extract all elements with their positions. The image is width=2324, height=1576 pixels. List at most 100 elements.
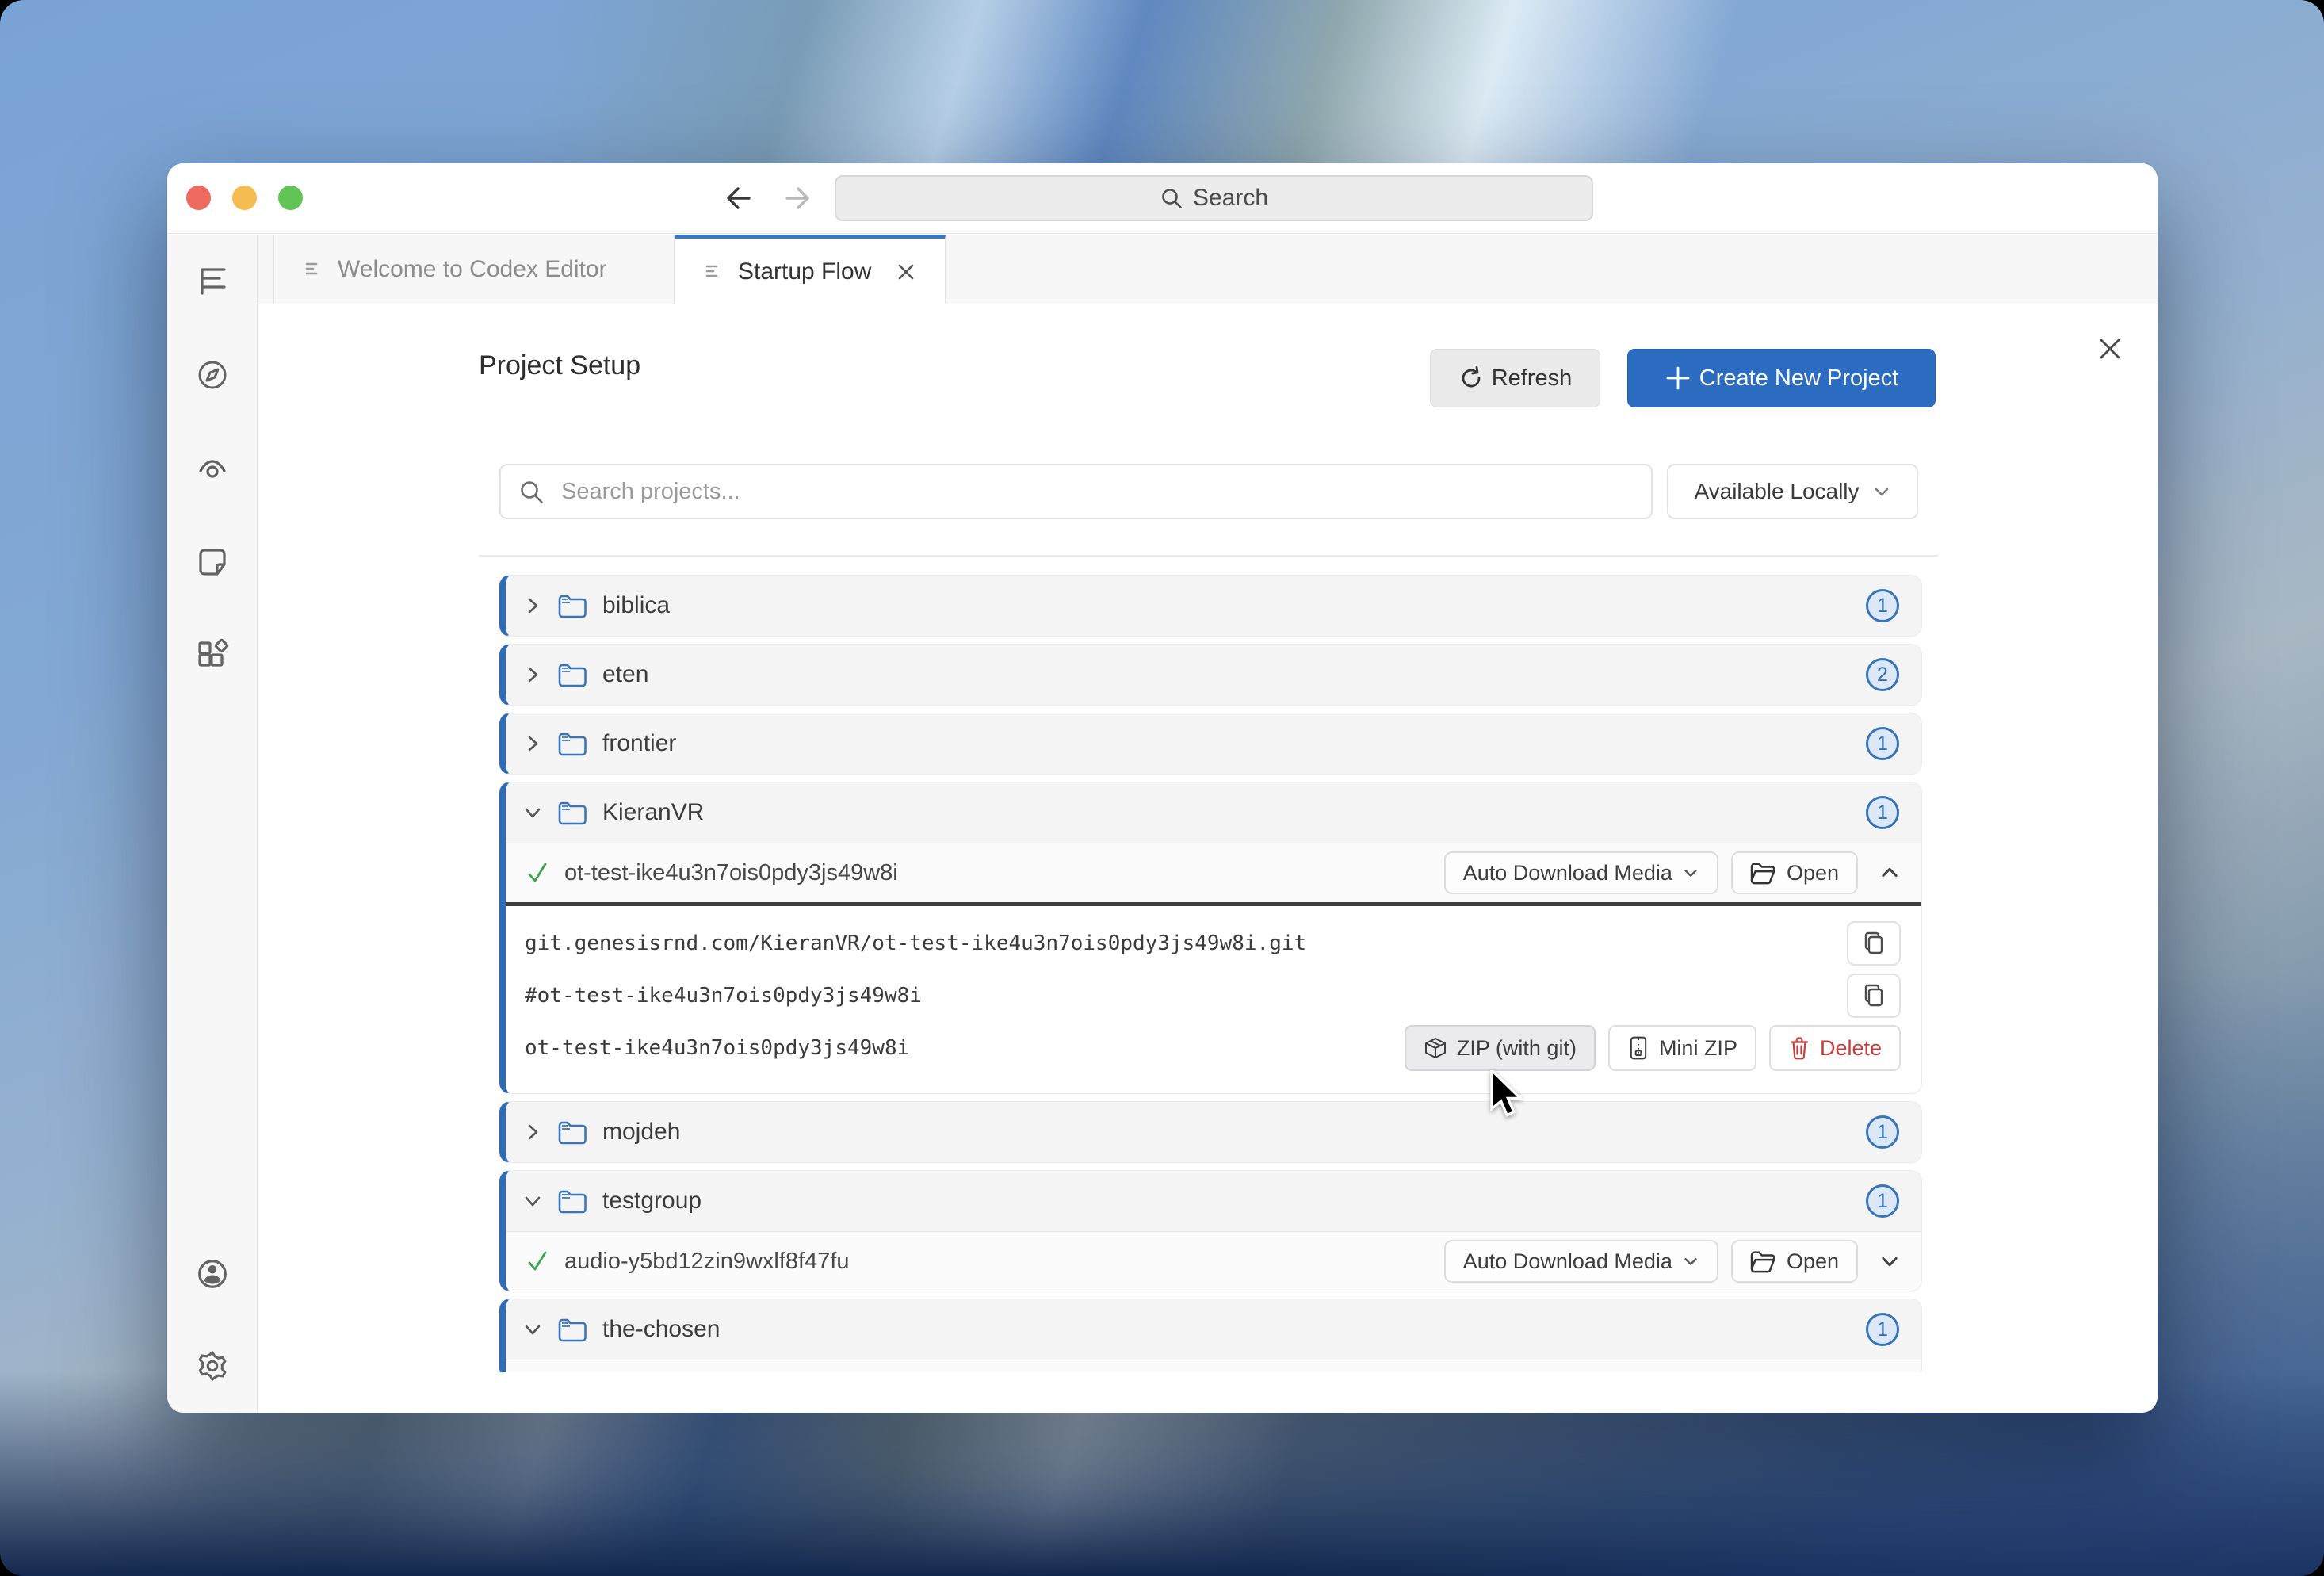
compass-icon[interactable]: [194, 357, 231, 393]
project-card-kieranvr: KieranVR 1 ot-test-ike4u3n7ois0pdy3js49w…: [499, 782, 1922, 1094]
desktop-wallpaper: Search Welcome to Codex Editor Startup F…: [0, 0, 2324, 1576]
refresh-icon: [1462, 366, 1481, 388]
project-group-name: frontier: [602, 730, 677, 756]
project-group-name: testgroup: [602, 1188, 702, 1214]
folder-icon: [558, 1119, 587, 1145]
tab-bar: Welcome to Codex Editor Startup Flow: [258, 235, 2158, 304]
project-entry-row: ot-test-ike4u3n7ois0pdy3js49w8i Auto Dow…: [506, 843, 1921, 902]
extensions-icon[interactable]: [194, 637, 231, 674]
project-card-eten: eten 2: [499, 644, 1922, 706]
open-project-button[interactable]: Open: [1730, 1240, 1858, 1283]
tab-label: Welcome to Codex Editor: [338, 255, 607, 282]
project-count-badge: 1: [1866, 1115, 1899, 1149]
forward-arrow-icon[interactable]: [779, 181, 814, 216]
sticky-note-icon[interactable]: [194, 544, 231, 580]
git-url-text: git.genesisrnd.com/KieranVR/ot-test-ike4…: [525, 931, 1307, 955]
availability-filter-dropdown[interactable]: Available Locally: [1667, 464, 1918, 519]
delete-project-button[interactable]: Delete: [1768, 1025, 1901, 1071]
auto-download-media-dropdown[interactable]: Auto Download Media: [1443, 1240, 1718, 1283]
project-entry-name: audio-y5bd12zin9wxlf8f47fu: [564, 1248, 850, 1274]
folder-icon: [558, 1188, 587, 1214]
outline-tree-icon[interactable]: [194, 263, 231, 300]
project-details: git.genesisrnd.com/KieranVR/ot-test-ike4…: [506, 906, 1921, 1093]
trash-icon: [1790, 1037, 1809, 1060]
project-group-header[interactable]: biblica 1: [506, 576, 1921, 636]
document-outline-icon: [303, 258, 325, 281]
activity-sidebar: [167, 235, 258, 1413]
tab-welcome[interactable]: Welcome to Codex Editor: [273, 235, 675, 304]
account-icon[interactable]: [194, 1256, 231, 1292]
project-group-name: KieranVR: [602, 799, 705, 825]
project-group-header[interactable]: mojdeh 1: [506, 1102, 1921, 1162]
chevron-down-icon: [1684, 870, 1697, 877]
copy-ref-button[interactable]: [1847, 974, 1901, 1018]
chevron-right-icon: [523, 734, 542, 753]
chevron-down-icon: [523, 803, 542, 822]
eye-preview-icon[interactable]: [194, 450, 231, 487]
global-search-field[interactable]: Search: [835, 175, 1593, 221]
search-placeholder-text: Search: [1192, 185, 1269, 211]
project-group-name: eten: [602, 661, 649, 687]
back-arrow-icon[interactable]: [722, 181, 757, 216]
chevron-down-icon: [1875, 488, 1888, 496]
folder-open-icon: [1750, 1251, 1775, 1273]
minimize-window-button[interactable]: [232, 186, 257, 210]
chevron-down-icon: [1684, 1258, 1697, 1265]
mini-zip-button[interactable]: Mini ZIP: [1607, 1025, 1756, 1071]
collapse-details-icon[interactable]: [1879, 862, 1901, 884]
folder-icon: [558, 593, 587, 618]
chevron-right-icon: [523, 596, 542, 615]
panel-close-icon[interactable]: [2094, 333, 2126, 365]
copy-icon: [1864, 931, 1883, 954]
project-count-badge: 1: [1866, 589, 1899, 622]
project-group-header[interactable]: testgroup 1: [506, 1171, 1921, 1231]
project-entry-name: ot-test-ike4u3n7ois0pdy3js49w8i: [564, 859, 898, 886]
app-window: Search Welcome to Codex Editor Startup F…: [167, 163, 2158, 1413]
tab-close-icon[interactable]: [896, 262, 916, 282]
plus-icon: [1666, 366, 1690, 390]
chevron-right-icon: [523, 665, 542, 684]
folder-icon: [558, 731, 587, 756]
folder-icon: [558, 800, 587, 825]
project-card-frontier: frontier 1: [499, 713, 1922, 775]
tab-startup-flow[interactable]: Startup Flow: [675, 235, 946, 304]
project-group-header[interactable]: frontier 1: [506, 713, 1921, 774]
project-count-badge: 1: [1866, 727, 1899, 760]
zipper-icon: [1630, 1036, 1647, 1060]
project-group-header[interactable]: eten 2: [506, 645, 1921, 705]
page-title: Project Setup: [479, 350, 641, 381]
folder-open-icon: [1750, 863, 1775, 885]
project-entry-row: audio-y5bd12zin9wxlf8f47fu Auto Download…: [506, 1231, 1921, 1291]
folder-icon: [558, 662, 587, 687]
project-search: [499, 464, 1653, 519]
project-group-name: biblica: [602, 592, 671, 618]
project-count-badge: 1: [1866, 1184, 1899, 1218]
project-group-header[interactable]: the-chosen 1: [506, 1299, 1921, 1360]
open-project-button[interactable]: Open: [1730, 851, 1858, 894]
auto-download-media-dropdown[interactable]: Auto Download Media: [1443, 851, 1718, 894]
project-ref-text: #ot-test-ike4u3n7ois0pdy3js49w8i: [525, 984, 922, 1008]
project-list: biblica 1 eten 2 frontier 1 KieranVR 1 o…: [499, 575, 1922, 1372]
project-count-badge: 1: [1866, 796, 1899, 829]
project-group-header[interactable]: KieranVR 1: [506, 782, 1921, 843]
expand-details-icon[interactable]: [1879, 1250, 1901, 1272]
copy-git-url-button[interactable]: [1847, 921, 1901, 966]
close-window-button[interactable]: [186, 186, 211, 210]
project-card-the-chosen: the-chosen 1: [499, 1299, 1922, 1372]
settings-gear-icon[interactable]: [194, 1348, 231, 1384]
search-icon: [518, 479, 545, 506]
refresh-button[interactable]: Refresh: [1430, 349, 1600, 407]
copy-icon: [1864, 984, 1883, 1007]
project-search-input[interactable]: [499, 464, 1653, 519]
check-icon: [525, 1249, 550, 1274]
search-icon: [1160, 186, 1183, 210]
project-group-name: the-chosen: [602, 1316, 721, 1342]
create-new-project-button[interactable]: Create New Project: [1627, 349, 1936, 407]
mouse-cursor: [1489, 1070, 1523, 1119]
project-count-badge: 1: [1866, 1313, 1899, 1346]
zip-with-git-button[interactable]: ZIP (with git): [1404, 1025, 1596, 1071]
project-card-testgroup: testgroup 1 audio-y5bd12zin9wxlf8f47fu A…: [499, 1170, 1922, 1291]
startup-flow-panel: Project Setup Refresh Create New Project…: [258, 304, 2158, 1413]
check-icon: [525, 860, 550, 886]
maximize-window-button[interactable]: [278, 186, 303, 210]
